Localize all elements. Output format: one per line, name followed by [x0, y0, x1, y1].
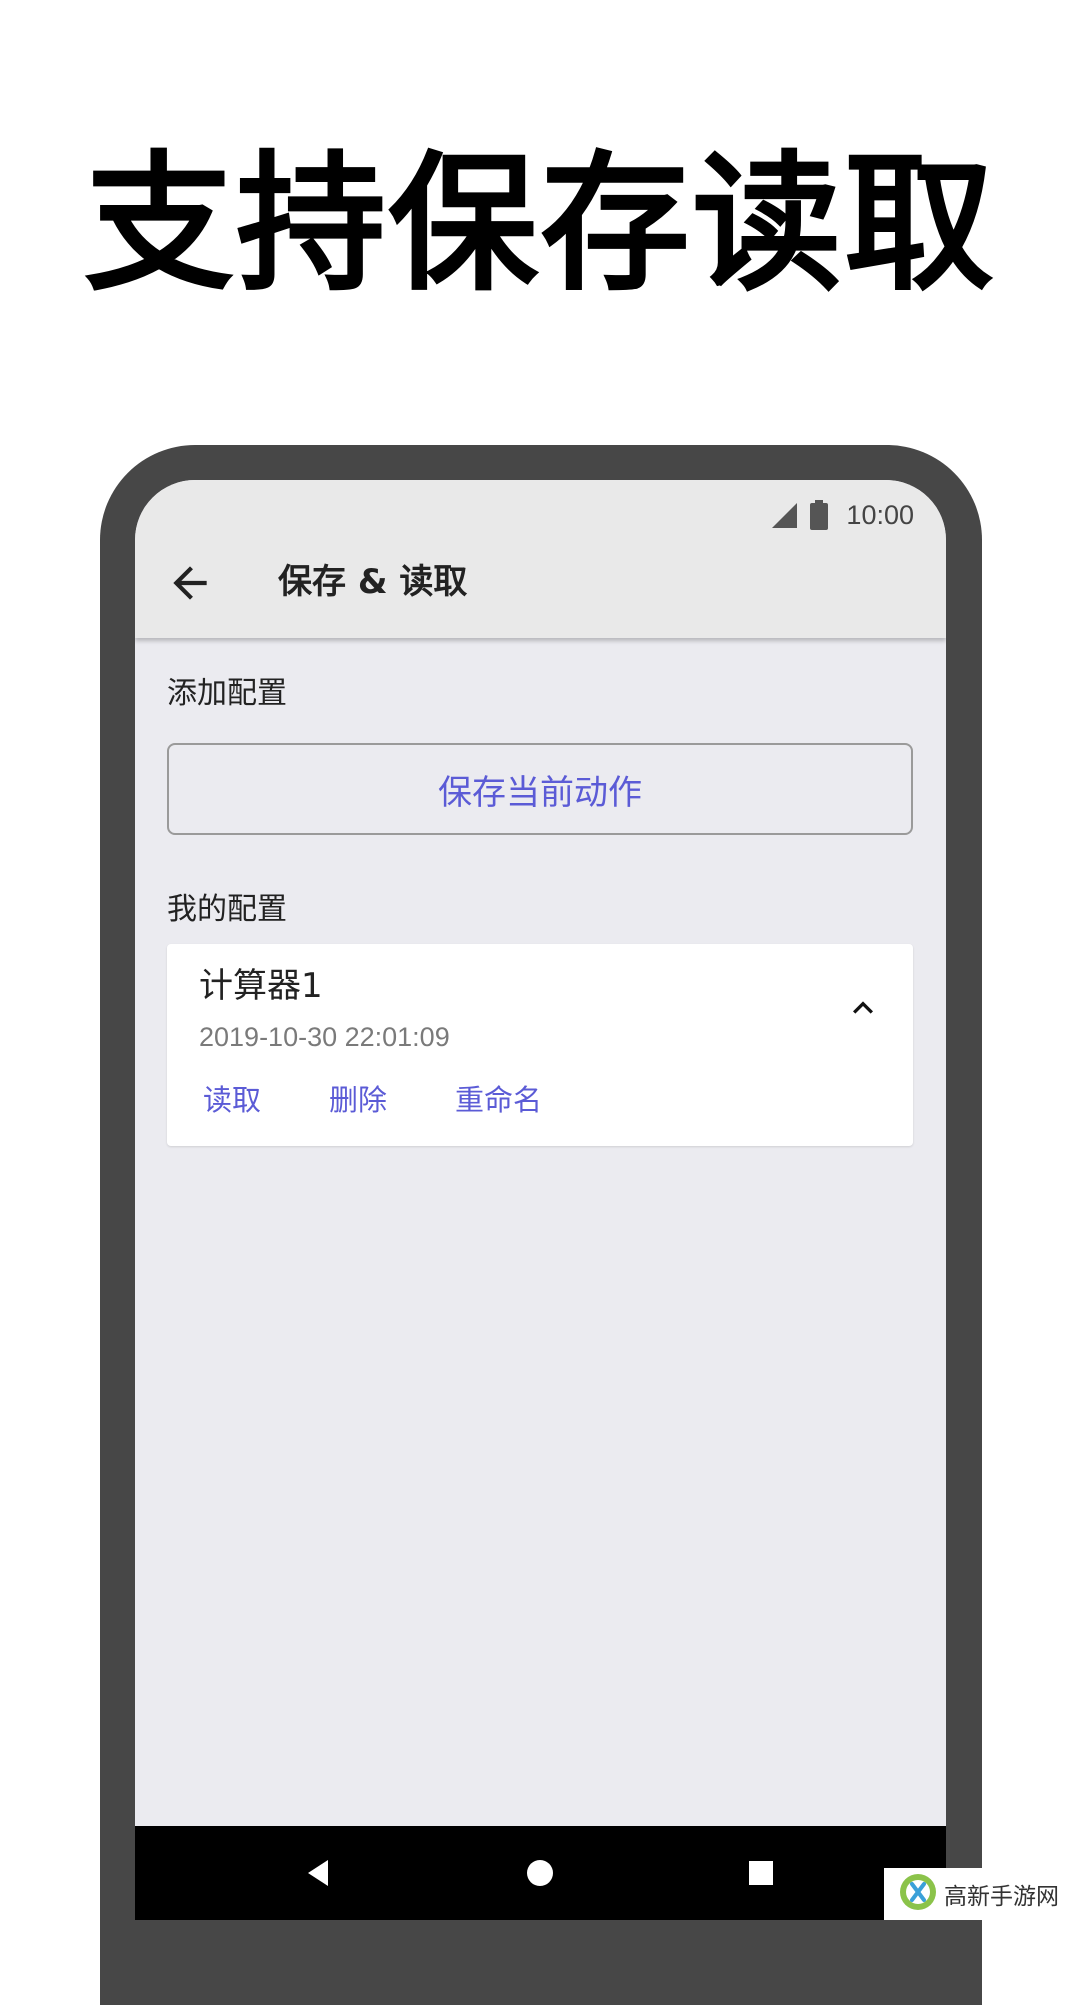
watermark-logo-icon — [898, 1872, 938, 1916]
phone-screen: 10:00 保存 & 读取 添加配置 保存当前动作 我的配置 计算器1 2019… — [135, 480, 946, 1920]
arrow-left-icon[interactable] — [165, 558, 215, 608]
delete-button[interactable]: 删除 — [329, 1082, 387, 1120]
signal-icon — [770, 501, 798, 529]
battery-icon — [810, 500, 829, 530]
recents-square-icon[interactable] — [744, 1856, 778, 1890]
navigation-bar — [135, 1826, 946, 1920]
status-bar: 10:00 — [770, 490, 914, 540]
config-card: 计算器1 2019-10-30 22:01:09 读取 删除 重命名 — [167, 944, 913, 1146]
headline: 支持保存读取 — [83, 138, 996, 312]
config-date: 2019-10-30 22:01:09 — [199, 1022, 450, 1052]
watermark-text: 高新手游网 — [944, 1884, 1059, 1910]
my-config-label: 我的配置 — [167, 892, 287, 927]
load-button[interactable]: 读取 — [203, 1082, 261, 1120]
app-bar: 10:00 保存 & 读取 — [135, 480, 946, 638]
save-current-action-button[interactable]: 保存当前动作 — [167, 743, 913, 835]
add-config-label: 添加配置 — [167, 676, 287, 711]
home-circle-icon[interactable] — [523, 1856, 557, 1890]
rename-button[interactable]: 重命名 — [455, 1082, 542, 1120]
config-name: 计算器1 — [199, 966, 323, 1006]
status-time: 10:00 — [846, 499, 914, 530]
back-triangle-icon[interactable] — [302, 1856, 336, 1890]
page-title: 保存 & 读取 — [278, 562, 468, 602]
chevron-up-icon[interactable] — [843, 988, 883, 1028]
watermark: 高新手游网 — [884, 1868, 1080, 1920]
